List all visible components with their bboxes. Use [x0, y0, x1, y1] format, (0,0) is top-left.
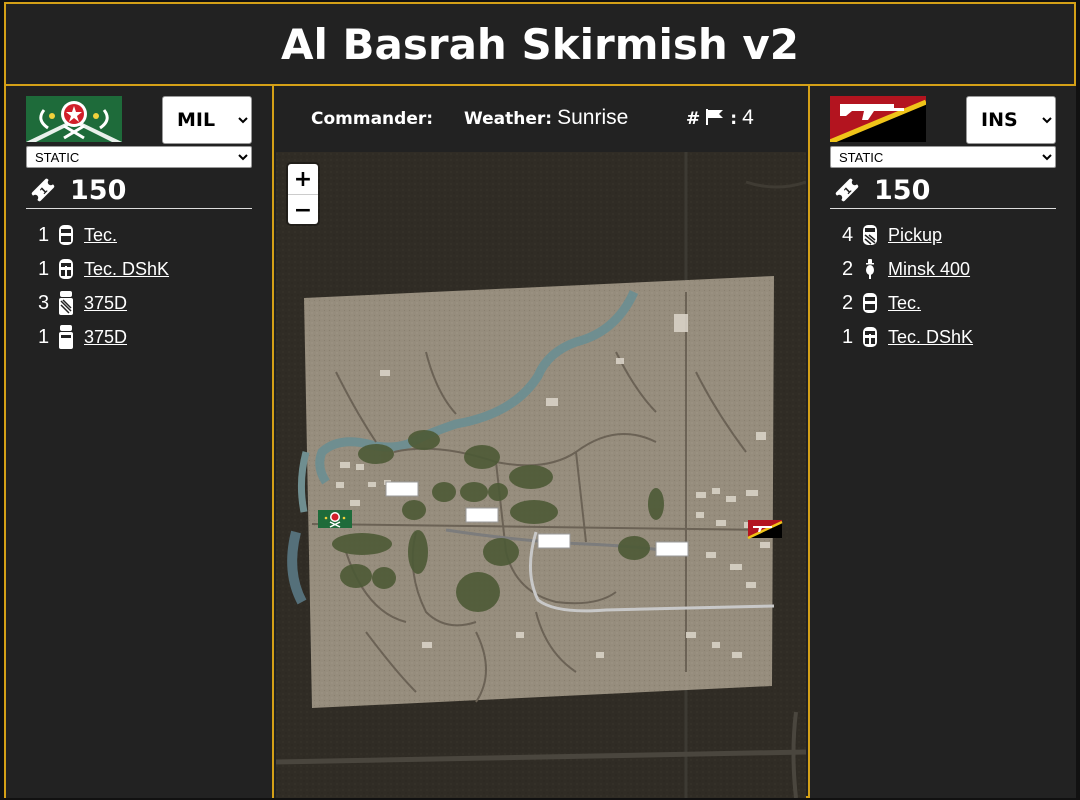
unit-count: 1	[38, 223, 50, 246]
list-item: 1 Tec. DShK	[842, 320, 1062, 354]
map-view[interactable]: + −	[276, 152, 806, 798]
commander-label: Commander:	[311, 109, 434, 129]
flag-count-hash: #	[686, 109, 701, 129]
truck-icon	[59, 325, 73, 349]
page-title: Al Basrah Skirmish v2	[280, 19, 800, 69]
left-points-row: 1 150	[26, 172, 252, 209]
pickup-icon	[863, 225, 877, 245]
list-item: 1 Tec. DShK	[38, 252, 258, 286]
mil-flag-icon	[26, 96, 122, 142]
flag-count-info: # : 4	[686, 106, 754, 130]
unit-link[interactable]: Tec.	[84, 225, 117, 246]
right-mode-select[interactable]: STATIC	[830, 146, 1056, 168]
ticket-icon: 1	[31, 178, 55, 202]
weather-value: Sunrise	[557, 106, 629, 129]
right-faction-select[interactable]: INS	[966, 96, 1056, 144]
objective-marker[interactable]	[385, 481, 419, 497]
unit-link[interactable]: 375D	[84, 293, 127, 314]
unit-count: 1	[842, 325, 854, 348]
unit-link[interactable]: Tec. DShK	[888, 327, 973, 348]
left-unit-list: 1 Tec. 1 Tec. DShK 3 375D 1 375D	[38, 218, 258, 354]
zoom-control: + −	[288, 164, 318, 224]
left-team-panel: MIL STATIC 1 150 1 Tec. 1 Tec. DShK 3 37…	[6, 86, 274, 798]
mil-base-marker[interactable]	[318, 510, 352, 528]
unit-link[interactable]: Tec. DShK	[84, 259, 169, 280]
technical-icon	[59, 225, 73, 245]
map-panel: Commander: Weather: Sunrise # : 4 + −	[274, 86, 806, 798]
left-points-value: 150	[70, 174, 127, 206]
list-item: 3 375D	[38, 286, 258, 320]
unit-link[interactable]: Pickup	[888, 225, 942, 246]
ins-base-marker[interactable]	[747, 520, 783, 540]
unit-count: 3	[38, 291, 50, 314]
objective-marker[interactable]	[537, 533, 571, 549]
list-item: 4 Pickup	[842, 218, 1062, 252]
left-faction-select[interactable]: MIL	[162, 96, 252, 144]
list-item: 1 375D	[38, 320, 258, 354]
zoom-in-button[interactable]: +	[288, 164, 318, 195]
truck-icon	[59, 291, 73, 315]
unit-count: 1	[38, 325, 50, 348]
objective-marker[interactable]	[465, 507, 499, 523]
ins-flag	[830, 96, 926, 142]
zoom-out-button[interactable]: −	[288, 195, 318, 225]
ins-flag-icon	[830, 96, 926, 142]
unit-count: 4	[842, 223, 854, 246]
flag-count-sep: :	[730, 109, 738, 129]
technical-gun-icon	[863, 327, 877, 347]
list-item: 2 Minsk 400	[842, 252, 1062, 286]
list-item: 2 Tec.	[842, 286, 1062, 320]
commander-info: Commander:	[311, 106, 433, 130]
right-points-row: 1 150	[830, 172, 1056, 209]
unit-count: 2	[842, 257, 854, 280]
right-points-value: 150	[874, 174, 931, 206]
unit-link[interactable]: 375D	[84, 327, 127, 348]
weather-info: Weather: Sunrise	[464, 106, 628, 130]
app-frame: Al Basrah Skirmish v2 MIL STATIC 1 150 1…	[4, 2, 1076, 798]
unit-count: 1	[38, 257, 50, 280]
technical-icon	[863, 293, 877, 313]
right-unit-list: 4 Pickup 2 Minsk 400 2 Tec. 1 Tec. DShK	[842, 218, 1062, 354]
unit-link[interactable]: Minsk 400	[888, 259, 970, 280]
technical-gun-icon	[59, 259, 73, 279]
unit-count: 2	[842, 291, 854, 314]
ticket-icon: 1	[835, 178, 859, 202]
map-canvas[interactable]	[276, 152, 806, 798]
flag-count-value: 4	[742, 106, 754, 129]
flag-icon	[706, 109, 724, 125]
match-info-bar: Commander: Weather: Sunrise # : 4	[274, 86, 806, 152]
left-mode-select[interactable]: STATIC	[26, 146, 252, 168]
weather-label: Weather:	[464, 109, 553, 129]
objective-marker[interactable]	[655, 541, 689, 557]
title-bar: Al Basrah Skirmish v2	[6, 4, 1074, 86]
right-team-panel: INS STATIC 1 150 4 Pickup 2 Minsk 400 2 …	[808, 86, 1076, 798]
list-item: 1 Tec.	[38, 218, 258, 252]
motorbike-icon	[866, 259, 874, 279]
unit-link[interactable]: Tec.	[888, 293, 921, 314]
mil-flag	[26, 96, 122, 142]
